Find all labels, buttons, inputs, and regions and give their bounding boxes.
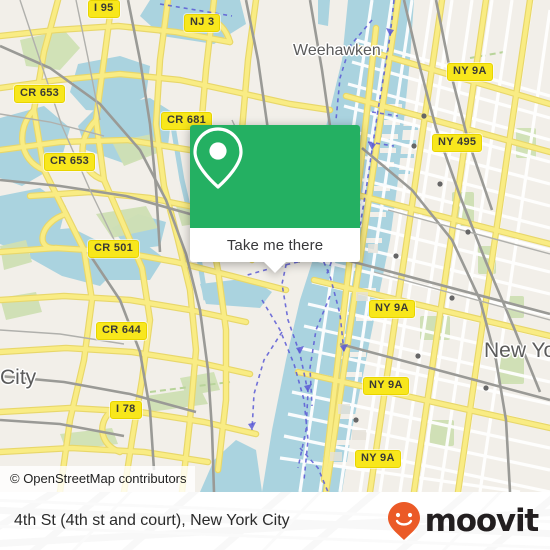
route-shield: CR 653 — [44, 153, 96, 171]
map-pin-icon — [193, 127, 243, 189]
popup-action-bar[interactable]: Take me there — [190, 228, 360, 273]
route-shield: I 95 — [88, 0, 120, 18]
route-shield: NY 495 — [432, 134, 483, 152]
footer-bar: 4th St (4th st and court), New York City… — [0, 492, 550, 550]
route-shield: CR 644 — [96, 322, 148, 340]
map-canvas[interactable]: I 95 NJ 3 NY 9A CR 653 CR 681 NY 495 CR … — [0, 0, 550, 492]
osm-attribution[interactable]: © OpenStreetMap contributors — [0, 466, 195, 492]
moovit-wordmark: moovit — [424, 502, 540, 539]
popup-pointer-tail — [263, 261, 287, 273]
route-shield: NJ 3 — [184, 14, 221, 32]
popup-icon-area — [190, 125, 360, 228]
location-title: 4th St (4th st and court), New York City — [14, 512, 290, 529]
route-shield: NY 9A — [363, 377, 409, 395]
moovit-pin-smiley-icon — [387, 502, 420, 540]
route-shield: NY 9A — [355, 450, 401, 468]
moovit-brand[interactable]: moovit — [387, 492, 540, 550]
route-shield: NY 9A — [447, 63, 493, 81]
place-label-city: City — [0, 366, 37, 389]
place-label-weehawken: Weehawken — [293, 42, 381, 59]
take-me-there-label: Take me there — [226, 236, 324, 254]
moovit-map-screenshot: I 95 NJ 3 NY 9A CR 653 CR 681 NY 495 CR … — [0, 0, 550, 550]
route-shield: NY 9A — [369, 300, 415, 318]
route-shield: I 78 — [110, 401, 142, 419]
place-label-new-york: New Yor — [484, 339, 550, 362]
take-me-there-popup[interactable]: Take me there — [190, 125, 360, 273]
route-shield: CR 653 — [14, 85, 66, 103]
route-shield: CR 501 — [88, 240, 140, 258]
